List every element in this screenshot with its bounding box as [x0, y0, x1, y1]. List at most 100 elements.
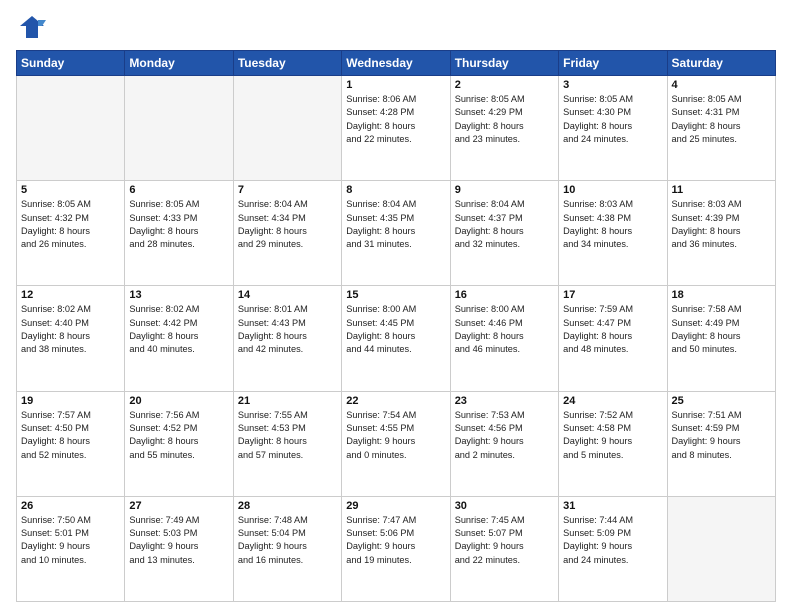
calendar-cell: 20 Sunrise: 7:56 AM Sunset: 4:52 PM Dayli…	[125, 391, 233, 496]
day-info: Sunrise: 7:49 AM Sunset: 5:03 PM Dayligh…	[129, 514, 228, 567]
day-info: Sunrise: 7:45 AM Sunset: 5:07 PM Dayligh…	[455, 514, 554, 567]
logo	[16, 12, 52, 44]
day-info: Sunrise: 7:52 AM Sunset: 4:58 PM Dayligh…	[563, 409, 662, 462]
calendar-cell: 25Sunrise: 7:51 AM Sunset: 4:59 PM Dayli…	[667, 391, 775, 496]
calendar-cell: 31 Sunrise: 7:44 AM Sunset: 5:09 PM Dayli…	[559, 496, 667, 601]
day-info: Sunrise: 8:03 AM Sunset: 4:38 PM Dayligh…	[563, 198, 662, 251]
calendar-week-row-1: 5Sunrise: 8:05 AM Sunset: 4:32 PM Daylig…	[17, 181, 776, 286]
day-info: Sunrise: 8:02 AM Sunset: 4:42 PM Dayligh…	[129, 303, 228, 356]
calendar-cell	[17, 76, 125, 181]
calendar-cell: 30 Sunrise: 7:45 AM Sunset: 5:07 PM Dayli…	[450, 496, 558, 601]
calendar-cell	[667, 496, 775, 601]
day-info: Sunrise: 7:47 AM Sunset: 5:06 PM Dayligh…	[346, 514, 445, 567]
day-info: Sunrise: 7:55 AM Sunset: 4:53 PM Dayligh…	[238, 409, 337, 462]
day-info: Sunrise: 8:03 AM Sunset: 4:39 PM Dayligh…	[672, 198, 771, 251]
day-info: Sunrise: 8:05 AM Sunset: 4:29 PM Dayligh…	[455, 93, 554, 146]
calendar-cell: 4 Sunrise: 8:05 AM Sunset: 4:31 PM Daylig…	[667, 76, 775, 181]
calendar-week-row-2: 12Sunrise: 8:02 AM Sunset: 4:40 PM Dayli…	[17, 286, 776, 391]
day-number: 2	[455, 79, 554, 91]
calendar-header-saturday: Saturday	[667, 51, 775, 76]
calendar-week-row-0: 1Sunrise: 8:06 AM Sunset: 4:28 PM Daylig…	[17, 76, 776, 181]
day-info: Sunrise: 7:57 AM Sunset: 4:50 PM Dayligh…	[21, 409, 120, 462]
day-info: Sunrise: 8:04 AM Sunset: 4:37 PM Dayligh…	[455, 198, 554, 251]
day-number: 3	[563, 79, 662, 91]
day-info: Sunrise: 8:04 AM Sunset: 4:35 PM Dayligh…	[346, 198, 445, 251]
day-number: 20	[129, 395, 228, 407]
logo-icon	[16, 12, 48, 44]
day-number: 26	[21, 500, 120, 512]
calendar-cell: 16 Sunrise: 8:00 AM Sunset: 4:46 PM Dayli…	[450, 286, 558, 391]
day-info: Sunrise: 7:50 AM Sunset: 5:01 PM Dayligh…	[21, 514, 120, 567]
calendar-cell: 17 Sunrise: 7:59 AM Sunset: 4:47 PM Dayli…	[559, 286, 667, 391]
day-number: 12	[21, 289, 120, 301]
calendar-cell: 29 Sunrise: 7:47 AM Sunset: 5:06 PM Dayli…	[342, 496, 450, 601]
day-number: 21	[238, 395, 337, 407]
calendar-cell: 18Sunrise: 7:58 AM Sunset: 4:49 PM Dayli…	[667, 286, 775, 391]
calendar-cell	[125, 76, 233, 181]
day-number: 28	[238, 500, 337, 512]
day-number: 27	[129, 500, 228, 512]
day-number: 22	[346, 395, 445, 407]
calendar-week-row-3: 19 Sunrise: 7:57 AM Sunset: 4:50 PM Dayli…	[17, 391, 776, 496]
calendar-cell	[233, 76, 341, 181]
day-info: Sunrise: 7:54 AM Sunset: 4:55 PM Dayligh…	[346, 409, 445, 462]
day-info: Sunrise: 8:05 AM Sunset: 4:31 PM Dayligh…	[672, 93, 771, 146]
day-number: 7	[238, 184, 337, 196]
day-number: 9	[455, 184, 554, 196]
day-number: 14	[238, 289, 337, 301]
day-info: Sunrise: 8:00 AM Sunset: 4:46 PM Dayligh…	[455, 303, 554, 356]
day-info: Sunrise: 7:58 AM Sunset: 4:49 PM Dayligh…	[672, 303, 771, 356]
day-number: 31	[563, 500, 662, 512]
day-number: 24	[563, 395, 662, 407]
day-info: Sunrise: 8:04 AM Sunset: 4:34 PM Dayligh…	[238, 198, 337, 251]
day-info: Sunrise: 7:48 AM Sunset: 5:04 PM Dayligh…	[238, 514, 337, 567]
page: SundayMondayTuesdayWednesdayThursdayFrid…	[0, 0, 792, 612]
calendar-cell: 28 Sunrise: 7:48 AM Sunset: 5:04 PM Dayli…	[233, 496, 341, 601]
calendar-cell: 7 Sunrise: 8:04 AM Sunset: 4:34 PM Daylig…	[233, 181, 341, 286]
calendar-cell: 11 Sunrise: 8:03 AM Sunset: 4:39 PM Dayli…	[667, 181, 775, 286]
day-number: 17	[563, 289, 662, 301]
day-info: Sunrise: 8:05 AM Sunset: 4:33 PM Dayligh…	[129, 198, 228, 251]
day-info: Sunrise: 8:00 AM Sunset: 4:45 PM Dayligh…	[346, 303, 445, 356]
calendar-header-tuesday: Tuesday	[233, 51, 341, 76]
day-number: 4	[672, 79, 771, 91]
day-info: Sunrise: 8:05 AM Sunset: 4:30 PM Dayligh…	[563, 93, 662, 146]
day-number: 6	[129, 184, 228, 196]
calendar-cell: 23Sunrise: 7:53 AM Sunset: 4:56 PM Dayli…	[450, 391, 558, 496]
day-number: 11	[672, 184, 771, 196]
calendar-header-sunday: Sunday	[17, 51, 125, 76]
day-number: 10	[563, 184, 662, 196]
calendar-cell: 3 Sunrise: 8:05 AM Sunset: 4:30 PM Daylig…	[559, 76, 667, 181]
day-number: 13	[129, 289, 228, 301]
day-number: 30	[455, 500, 554, 512]
calendar-cell: 2 Sunrise: 8:05 AM Sunset: 4:29 PM Daylig…	[450, 76, 558, 181]
calendar-week-row-4: 26 Sunrise: 7:50 AM Sunset: 5:01 PM Dayli…	[17, 496, 776, 601]
calendar-cell: 27 Sunrise: 7:49 AM Sunset: 5:03 PM Dayli…	[125, 496, 233, 601]
calendar-cell: 24 Sunrise: 7:52 AM Sunset: 4:58 PM Dayli…	[559, 391, 667, 496]
day-number: 23	[455, 395, 554, 407]
calendar-table: SundayMondayTuesdayWednesdayThursdayFrid…	[16, 50, 776, 602]
day-number: 1	[346, 79, 445, 91]
calendar-header-row: SundayMondayTuesdayWednesdayThursdayFrid…	[17, 51, 776, 76]
calendar-cell: 21 Sunrise: 7:55 AM Sunset: 4:53 PM Dayli…	[233, 391, 341, 496]
day-number: 19	[21, 395, 120, 407]
day-info: Sunrise: 7:56 AM Sunset: 4:52 PM Dayligh…	[129, 409, 228, 462]
day-number: 29	[346, 500, 445, 512]
day-info: Sunrise: 7:51 AM Sunset: 4:59 PM Dayligh…	[672, 409, 771, 462]
calendar-cell: 6 Sunrise: 8:05 AM Sunset: 4:33 PM Daylig…	[125, 181, 233, 286]
calendar-cell: 19 Sunrise: 7:57 AM Sunset: 4:50 PM Dayli…	[17, 391, 125, 496]
calendar-cell: 10 Sunrise: 8:03 AM Sunset: 4:38 PM Dayli…	[559, 181, 667, 286]
day-info: Sunrise: 8:05 AM Sunset: 4:32 PM Dayligh…	[21, 198, 120, 251]
day-number: 8	[346, 184, 445, 196]
day-info: Sunrise: 7:59 AM Sunset: 4:47 PM Dayligh…	[563, 303, 662, 356]
calendar-cell: 13 Sunrise: 8:02 AM Sunset: 4:42 PM Dayli…	[125, 286, 233, 391]
header	[16, 12, 776, 44]
day-number: 16	[455, 289, 554, 301]
day-info: Sunrise: 8:01 AM Sunset: 4:43 PM Dayligh…	[238, 303, 337, 356]
calendar-header-thursday: Thursday	[450, 51, 558, 76]
calendar-header-friday: Friday	[559, 51, 667, 76]
calendar-cell: 1Sunrise: 8:06 AM Sunset: 4:28 PM Daylig…	[342, 76, 450, 181]
calendar-cell: 15Sunrise: 8:00 AM Sunset: 4:45 PM Dayli…	[342, 286, 450, 391]
day-info: Sunrise: 7:44 AM Sunset: 5:09 PM Dayligh…	[563, 514, 662, 567]
calendar-header-monday: Monday	[125, 51, 233, 76]
